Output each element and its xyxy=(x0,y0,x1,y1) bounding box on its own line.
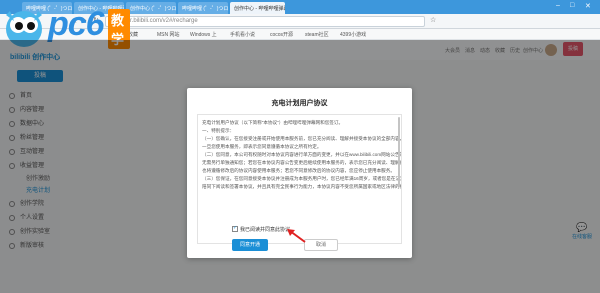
cancel-button[interactable]: 取消 xyxy=(304,239,338,251)
watermark-text: pc6 xyxy=(48,5,105,43)
agreement-line: （二）您同意，本公司有权随时对本协议内容进行单方面的变更，并以在www.bili… xyxy=(202,152,401,157)
agreement-line: 无需另行单独通知您；若您在本协议内容公告变更后继续使用本服务的，表示您已充分阅读… xyxy=(202,160,401,165)
close-icon[interactable]: ✕ xyxy=(585,2,591,10)
agree-label: 我已阅读并同意此协议 xyxy=(240,227,291,233)
scrollbar[interactable] xyxy=(398,117,400,187)
agreement-line: 陪同下阅读和签署本协议，并且具有完全民事行为能力，本协议内容不受您所属国家或地区… xyxy=(202,184,401,189)
agree-checkbox-row[interactable]: 我已阅读并同意此协议 xyxy=(232,225,291,233)
bookmark-item[interactable]: Windows 上 xyxy=(190,31,217,38)
agreement-line: 一旦您使用本服务，即表示您同意遵循本协议之所有约定。 xyxy=(202,144,322,149)
bookmark-item[interactable]: steam社区 xyxy=(305,31,329,38)
dialog-title: 充电计划用户协议 xyxy=(271,100,328,107)
bookmark-item[interactable]: 4399小游戏 xyxy=(340,31,366,38)
confirm-button[interactable]: 同意开通 xyxy=(232,239,268,251)
agreement-text-box[interactable]: 充电计划用户协议（以下简称"本协议"）由哔哩哔哩弹幕网和您签订。 一、特别提示：… xyxy=(197,114,402,244)
agreement-line: 一、特别提示： xyxy=(202,128,235,133)
agreement-line: （三）您保证，在您同意接受本协议并注册成为本服务用户时，您已经年满16周岁，或者… xyxy=(202,176,401,181)
star-icon[interactable]: ☆ xyxy=(430,16,436,24)
red-arrow-icon xyxy=(287,229,306,243)
minimize-icon[interactable]: – xyxy=(556,2,560,9)
bookmark-item[interactable]: cocos开源 xyxy=(270,31,293,38)
agreement-line: 充电计划用户协议（以下简称"本协议"）由哔哩哔哩弹幕网和您签订。 xyxy=(202,120,344,125)
maximize-icon[interactable]: □ xyxy=(570,2,574,9)
browser-tab-active[interactable]: 创作中心 - 哔哩哔哩弹幕视 xyxy=(230,2,285,14)
browser-tab[interactable]: 哔哩哔哩 (゜-゜)つロ 干杯 xyxy=(178,2,228,14)
bookmark-item[interactable]: 手机看小说 xyxy=(230,31,255,38)
agreement-line: 也将遵循修改后的协议内容使用本服务；若您不同意修改后的协议内容，您应停止使用本服… xyxy=(202,168,395,173)
bookmark-item[interactable]: MSN 网站 xyxy=(157,31,180,38)
browser-tab[interactable]: 创作中心 (゜-゜)つロ 干杯~ xyxy=(126,2,176,14)
agree-checkbox[interactable] xyxy=(232,225,238,232)
agreement-line: （一）您确认，在您接受注册或开始使用本服务前，您已充分阅读、理解并接受本协议的全… xyxy=(202,136,401,141)
address-bar[interactable]: member.bilibili.com/v2#/recharge xyxy=(105,16,425,27)
